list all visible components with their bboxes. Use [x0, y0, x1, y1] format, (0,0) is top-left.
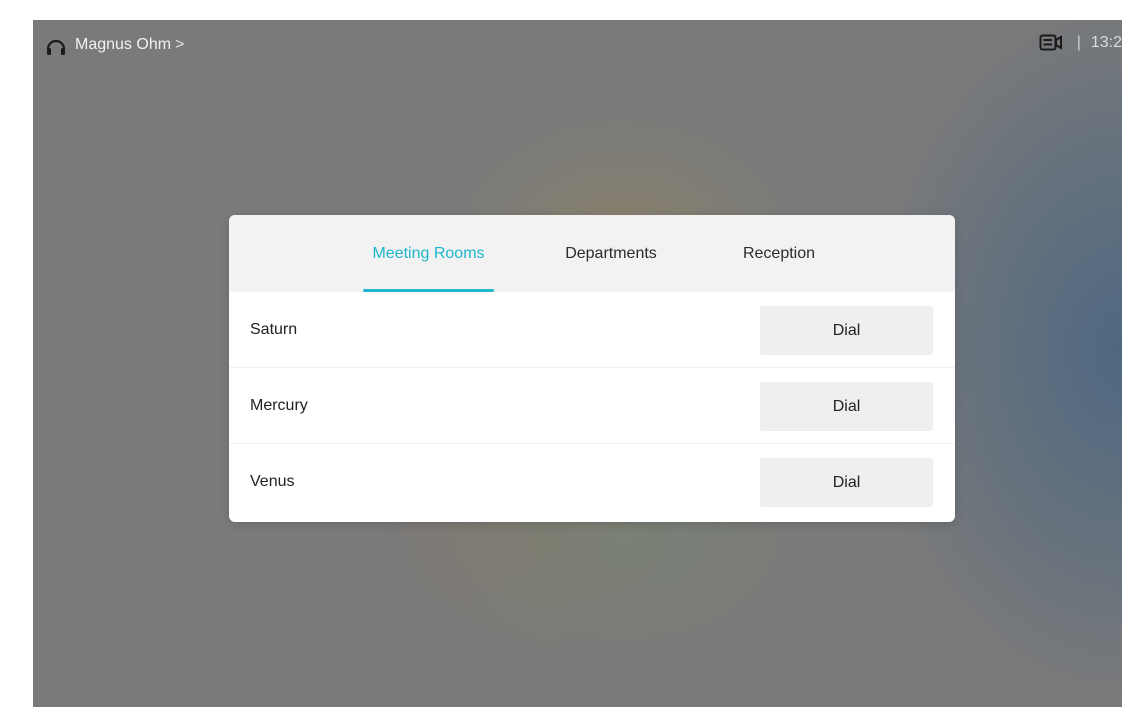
status-bar: Magnus Ohm > | 13:2: [33, 20, 1122, 74]
dial-button-saturn[interactable]: Dial: [760, 306, 933, 355]
list-item: Mercury Dial: [229, 368, 955, 444]
chevron-right-icon: >: [175, 36, 185, 53]
screen-background: Magnus Ohm > | 13:2 Meeting Rooms Depart…: [33, 20, 1122, 707]
tab-departments[interactable]: Departments: [551, 215, 671, 292]
room-name-mercury: Mercury: [250, 397, 308, 414]
clock: 13:2: [1090, 34, 1122, 51]
list-item: Venus Dial: [229, 444, 955, 520]
tab-meeting-rooms[interactable]: Meeting Rooms: [363, 215, 494, 292]
user-name: Magnus Ohm: [75, 36, 172, 53]
dial-button-venus[interactable]: Dial: [760, 458, 933, 507]
room-name-saturn: Saturn: [250, 321, 298, 338]
directory-panel: Meeting Rooms Departments Reception Satu…: [229, 215, 955, 522]
room-name-venus: Venus: [250, 473, 295, 490]
tab-reception[interactable]: Reception: [729, 215, 829, 292]
status-separator: |: [1076, 34, 1081, 51]
right-status-area: | 13:2: [1039, 33, 1122, 53]
user-menu-button[interactable]: Magnus Ohm >: [45, 33, 184, 57]
camera-status-icon[interactable]: [1039, 33, 1063, 53]
tab-bar: Meeting Rooms Departments Reception: [229, 215, 955, 292]
room-list: Saturn Dial Mercury Dial Venus Dial: [229, 292, 955, 520]
list-item: Saturn Dial: [229, 292, 955, 368]
headset-icon: [45, 33, 67, 57]
dial-button-mercury[interactable]: Dial: [760, 382, 933, 431]
